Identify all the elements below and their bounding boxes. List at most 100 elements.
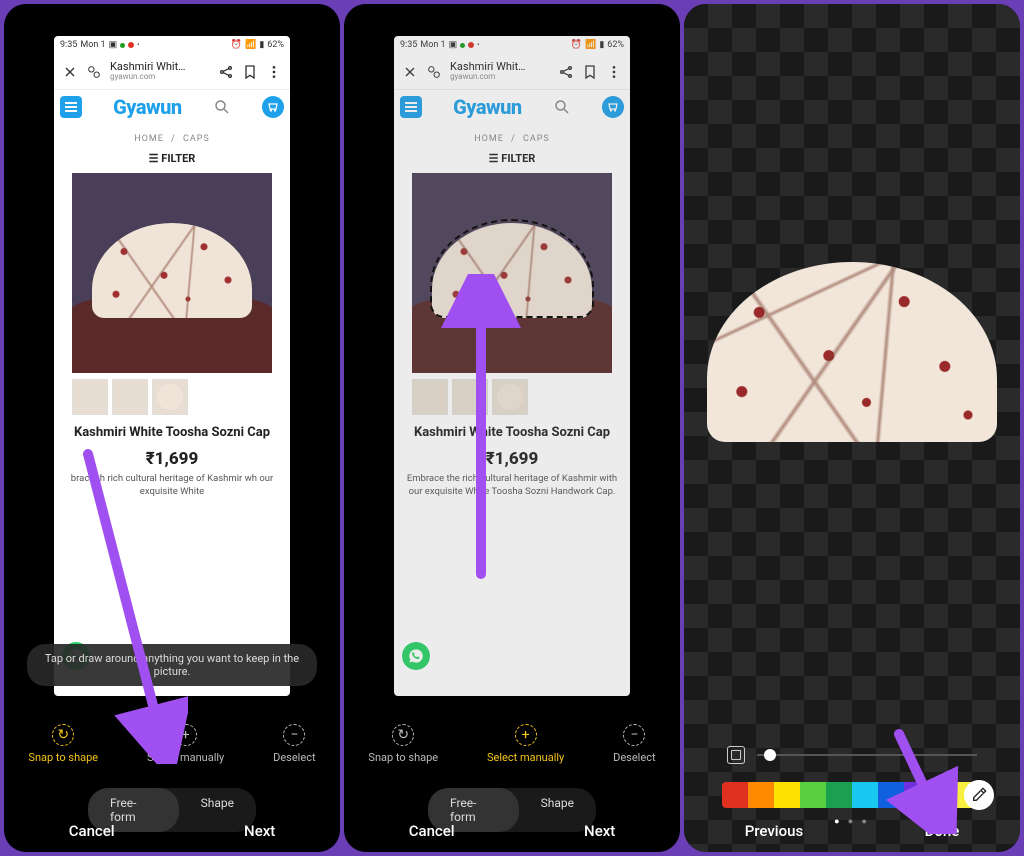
screenshot-preview: 9:35 Mon 1 ▣ • ⏰ 📶 ▮ 62% Kashmiri Whit… …: [54, 36, 290, 696]
swatch-red[interactable]: [722, 782, 748, 808]
status-bar: 9:35 Mon 1 ▣ • ⏰ 📶 ▮ 62%: [54, 36, 290, 54]
swatch-blue[interactable]: [878, 782, 904, 808]
filter-button[interactable]: ☰ FILTER: [394, 152, 630, 173]
panel-1-snap-to-shape: 9:35 Mon 1 ▣ • ⏰ 📶 ▮ 62% Kashmiri Whit… …: [4, 4, 340, 852]
swatch-orange[interactable]: [748, 782, 774, 808]
status-day: Mon 1: [80, 40, 105, 50]
whatsapp-notif-icon: [120, 43, 125, 48]
thumbnail-1[interactable]: [72, 379, 108, 415]
slider-thumb[interactable]: [764, 749, 776, 761]
site-header: Gyawun: [394, 90, 630, 124]
page-domain: gyawun.com: [110, 73, 210, 82]
brand-logo[interactable]: Gyawun: [453, 95, 521, 119]
alarm-icon: ⏰: [571, 40, 582, 50]
swatch-green[interactable]: [826, 782, 852, 808]
product-image: [72, 173, 272, 373]
translate-icon[interactable]: [426, 64, 442, 80]
filter-button[interactable]: ☰ FILTER: [54, 152, 290, 173]
alarm-icon: ⏰: [231, 40, 242, 50]
cancel-button[interactable]: Cancel: [69, 822, 115, 840]
whatsapp-button[interactable]: [402, 642, 430, 670]
product-name: Kashmiri White Toosha Sozni Cap: [394, 421, 630, 445]
screenshot-preview: 9:35 Mon 1 ▣ • ⏰ 📶 ▮ 62% Kashmiri Whit… …: [394, 36, 630, 696]
snap-icon: ↻: [52, 724, 74, 746]
snap-icon: ↻: [392, 724, 414, 746]
wifi-icon: 📶: [245, 40, 256, 50]
cart-button[interactable]: [602, 96, 624, 118]
alert-notif-icon: [128, 42, 134, 48]
selection-tools: ↻ Snap to shape + Select manually − Dese…: [344, 724, 680, 764]
cancel-button[interactable]: Cancel: [409, 822, 455, 840]
browser-toolbar: Kashmiri Whit… gyawun.com: [394, 54, 630, 90]
filter-icon: ☰: [489, 152, 502, 165]
color-palette[interactable]: [722, 782, 982, 808]
swatch-black[interactable]: [930, 782, 956, 808]
swatch-purple[interactable]: [904, 782, 930, 808]
battery-text: 62%: [607, 40, 624, 50]
product-image: [412, 173, 612, 373]
swatch-lime[interactable]: [800, 782, 826, 808]
deselect-tool[interactable]: − Deselect: [273, 724, 315, 764]
thumbnail-2[interactable]: [452, 379, 488, 415]
color-picker-button[interactable]: [964, 780, 994, 810]
outline-slider-row: [727, 746, 977, 764]
select-manually-tool[interactable]: + Select manually: [147, 724, 224, 764]
bookmark-icon[interactable]: [582, 64, 598, 80]
next-button[interactable]: Next: [584, 822, 615, 840]
swatch-cyan[interactable]: [852, 782, 878, 808]
brand-logo[interactable]: Gyawun: [113, 95, 181, 119]
plus-icon: +: [515, 724, 537, 746]
thumbnail-1[interactable]: [412, 379, 448, 415]
more-icon[interactable]: [606, 64, 622, 80]
battery-text: 62%: [267, 40, 284, 50]
more-notif-icon: •: [477, 41, 479, 49]
thumbnail-2[interactable]: [112, 379, 148, 415]
product-desc: Embrace the rich cultural heritage of Ka…: [394, 473, 630, 507]
outline-slider[interactable]: [757, 754, 977, 756]
previous-button[interactable]: Previous: [745, 822, 804, 840]
bookmark-icon[interactable]: [242, 64, 258, 80]
filter-icon: ☰: [149, 152, 162, 165]
next-button[interactable]: Next: [244, 822, 275, 840]
menu-button[interactable]: [60, 96, 82, 118]
swatch-yellow[interactable]: [774, 782, 800, 808]
status-time: 9:35: [400, 40, 417, 50]
alert-notif-icon: [468, 42, 474, 48]
close-icon[interactable]: [402, 64, 418, 80]
more-icon[interactable]: [266, 64, 282, 80]
more-notif-icon: •: [137, 41, 139, 49]
product-desc: brace th rich cultural heritage of Kashm…: [54, 473, 290, 507]
close-icon[interactable]: [62, 64, 78, 80]
menu-button[interactable]: [400, 96, 422, 118]
product-price: ₹1,699: [394, 445, 630, 473]
cart-button[interactable]: [262, 96, 284, 118]
snap-to-shape-tool[interactable]: ↻ Snap to shape: [368, 724, 438, 764]
deselect-tool[interactable]: − Deselect: [613, 724, 655, 764]
minus-icon: −: [623, 724, 645, 746]
signal-icon: ▮: [599, 40, 604, 50]
snap-to-shape-tool[interactable]: ↻ Snap to shape: [28, 724, 98, 764]
notif-icon: ▣: [109, 40, 118, 50]
selection-tools: ↻ Snap to shape + Select manually − Dese…: [4, 724, 340, 764]
thumbnail-3[interactable]: [152, 379, 188, 415]
search-icon[interactable]: [213, 98, 231, 116]
status-day: Mon 1: [420, 40, 445, 50]
translate-icon[interactable]: [86, 64, 102, 80]
wifi-icon: 📶: [585, 40, 596, 50]
thumbnail-3[interactable]: [492, 379, 528, 415]
product-name: Kashmiri White Toosha Sozni Cap: [54, 421, 290, 445]
panel-3-sticker-result: ● ● ● Previous Done: [684, 4, 1020, 852]
select-manually-tool[interactable]: + Select manually: [487, 724, 564, 764]
instruction-tooltip: Tap or draw around anything you want to …: [27, 644, 317, 686]
status-time: 9:35: [60, 40, 77, 50]
outline-icon[interactable]: [727, 746, 745, 764]
share-icon[interactable]: [218, 64, 234, 80]
done-button[interactable]: Done: [925, 822, 960, 840]
cutout-sticker[interactable]: [707, 262, 997, 442]
plus-icon: +: [175, 724, 197, 746]
whatsapp-notif-icon: [460, 43, 465, 48]
site-header: Gyawun: [54, 90, 290, 124]
share-icon[interactable]: [558, 64, 574, 80]
search-icon[interactable]: [553, 98, 571, 116]
minus-icon: −: [283, 724, 305, 746]
